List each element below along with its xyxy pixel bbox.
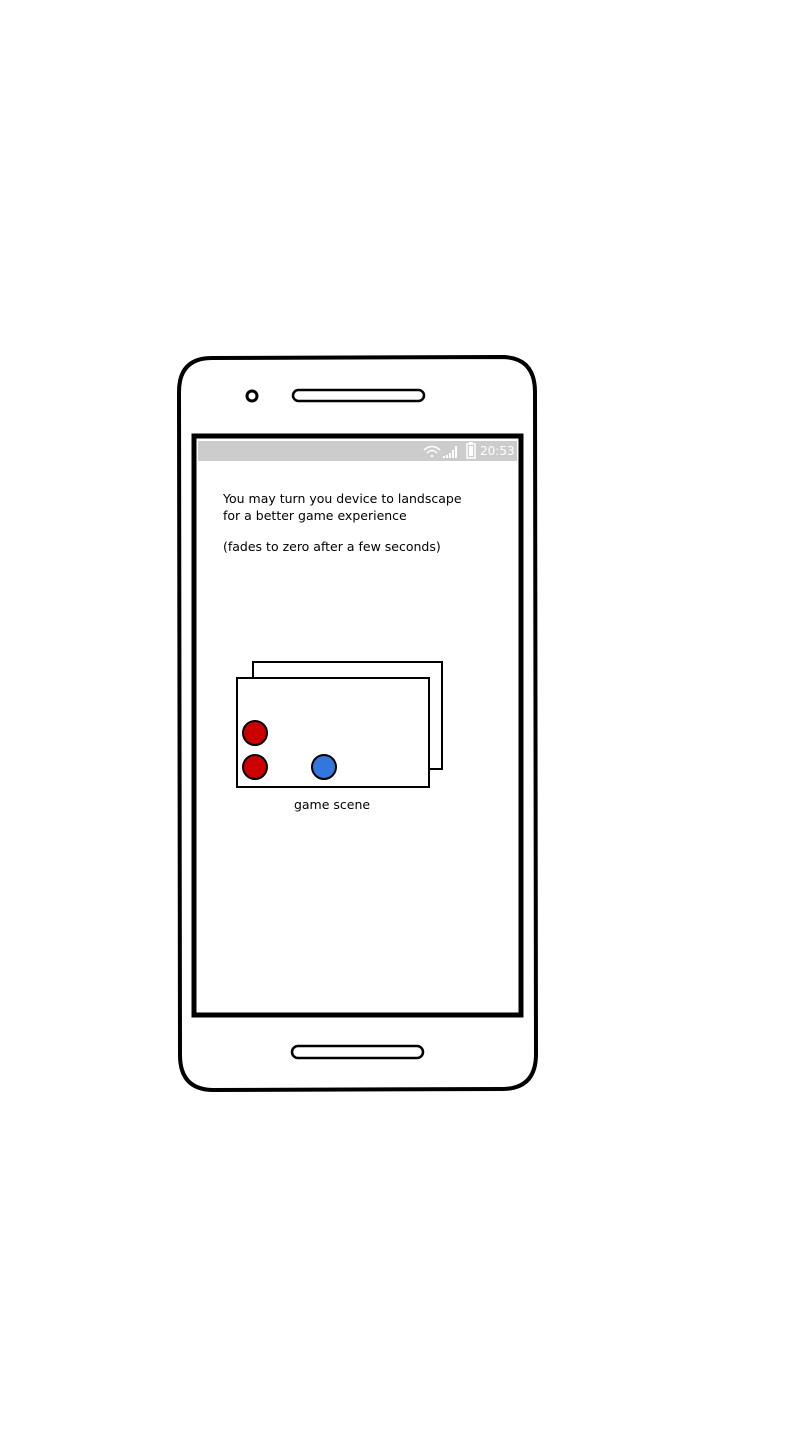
phone-frame (176, 354, 539, 1093)
game-scene-label: game scene (293, 797, 371, 812)
red-token-1 (242, 720, 268, 746)
red-token-2 (242, 754, 268, 780)
speaker-grille (291, 388, 426, 403)
landscape-hint-line-2: for a better game experience (223, 508, 407, 523)
blue-token (311, 754, 337, 780)
mockup-canvas: 20:53 You may turn you device to landsca… (0, 0, 786, 1450)
home-button[interactable] (290, 1044, 425, 1060)
fade-note: (fades to zero after a few seconds) (223, 539, 441, 554)
status-time: 20:53 (480, 444, 515, 458)
camera-icon (245, 389, 259, 403)
landscape-hint-line-1: You may turn you device to landscape (223, 491, 462, 506)
